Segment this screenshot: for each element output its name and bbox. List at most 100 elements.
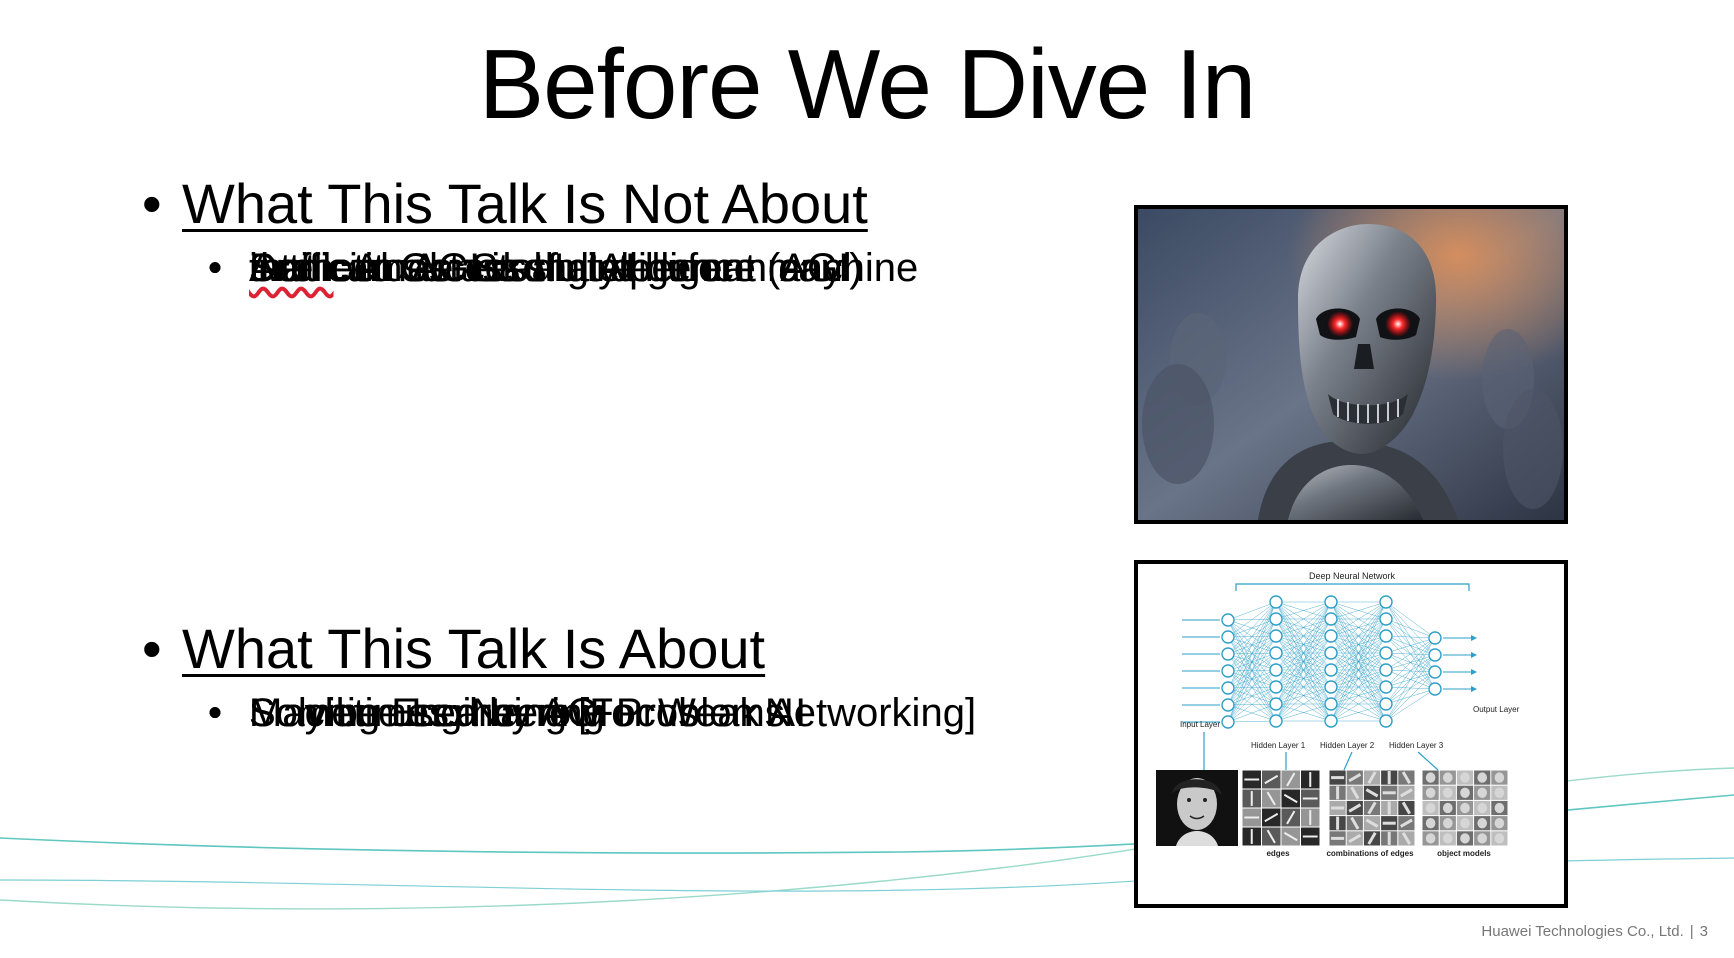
network-node bbox=[1221, 664, 1235, 678]
diagram-title: Deep Neural Network bbox=[1309, 571, 1396, 581]
network-node bbox=[1428, 631, 1442, 645]
network-node bbox=[1269, 595, 1283, 609]
feature-pattern bbox=[1460, 787, 1470, 798]
network-edge bbox=[1385, 637, 1436, 705]
network-node bbox=[1428, 648, 1442, 662]
feature-pattern bbox=[1477, 833, 1488, 844]
hidden-layers-bracket bbox=[1235, 583, 1470, 591]
network-node bbox=[1221, 715, 1235, 729]
network-edge bbox=[1385, 601, 1436, 639]
arrowhead-icon bbox=[1471, 652, 1477, 658]
deep-neural-network-diagram: Deep Neural Network Input Layer Output L… bbox=[1134, 560, 1568, 908]
footer: Huawei Technologies Co., Ltd. | 3 bbox=[1481, 923, 1708, 940]
network-node bbox=[1379, 680, 1393, 694]
feature-pattern bbox=[1460, 772, 1470, 783]
feature-pattern bbox=[1477, 787, 1488, 798]
network-node bbox=[1379, 612, 1393, 626]
network-node bbox=[1269, 629, 1283, 643]
bullet-icon: • bbox=[142, 172, 162, 235]
feature-pattern bbox=[1425, 772, 1436, 783]
network-node bbox=[1379, 714, 1393, 728]
hidden-layer-label: Hidden Layer 2 bbox=[1320, 741, 1375, 750]
network-node bbox=[1269, 663, 1283, 677]
network-node bbox=[1269, 646, 1283, 660]
page-number: 3 bbox=[1699, 923, 1708, 940]
face-thumbnail bbox=[1156, 770, 1238, 846]
network-edge bbox=[1385, 635, 1436, 639]
robot-skull-illustration bbox=[1138, 209, 1564, 520]
feature-pattern bbox=[1460, 818, 1470, 829]
feature-pattern bbox=[1425, 818, 1436, 829]
feature-pattern bbox=[1442, 818, 1453, 829]
feature-pattern bbox=[1425, 802, 1436, 814]
network-node bbox=[1269, 697, 1283, 711]
network-node bbox=[1221, 698, 1235, 712]
network-node bbox=[1269, 612, 1283, 626]
slide-title: Before We Dive In bbox=[478, 29, 1256, 139]
network-node bbox=[1324, 629, 1338, 643]
network-node bbox=[1379, 663, 1393, 677]
network-node bbox=[1269, 714, 1283, 728]
feature-pattern bbox=[1442, 787, 1453, 798]
feature-pattern bbox=[1494, 802, 1505, 814]
feature-pattern bbox=[1442, 833, 1453, 844]
network-node bbox=[1379, 595, 1393, 609]
arrowhead-icon bbox=[1471, 635, 1477, 641]
network-node bbox=[1324, 663, 1338, 677]
network-node bbox=[1379, 646, 1393, 660]
bullet-icon: • bbox=[208, 246, 223, 290]
input-layer-label: Input Layer bbox=[1180, 720, 1220, 729]
hidden-layer-label: Hidden Layer 3 bbox=[1389, 741, 1444, 750]
network-nodes bbox=[1221, 595, 1442, 729]
network-node bbox=[1269, 680, 1283, 694]
network-node bbox=[1324, 697, 1338, 711]
feature-label: object models bbox=[1437, 849, 1491, 858]
arrowhead-icon bbox=[1471, 686, 1477, 692]
feature-pattern bbox=[1425, 787, 1436, 798]
network-node bbox=[1221, 681, 1235, 695]
feature-pattern bbox=[1460, 802, 1470, 814]
footer-separator: | bbox=[1689, 923, 1694, 940]
network-node bbox=[1324, 680, 1338, 694]
feature-grid bbox=[1422, 770, 1508, 846]
feature-pattern bbox=[1494, 772, 1505, 783]
feature-grid bbox=[1242, 770, 1320, 846]
network-edge bbox=[1227, 720, 1277, 723]
network-node bbox=[1221, 630, 1235, 644]
bullet-icon: • bbox=[208, 691, 223, 735]
list-item-text: Sometimes: Strong AI bbox=[249, 246, 636, 290]
network-edge bbox=[1385, 618, 1436, 639]
feature-pattern bbox=[1494, 787, 1505, 798]
network-node bbox=[1324, 612, 1338, 626]
list-item-text: Sometimes: Narrow or Weak AI bbox=[249, 691, 807, 735]
feature-pattern bbox=[1442, 772, 1453, 783]
feature-pattern bbox=[1477, 772, 1488, 783]
feature-pattern bbox=[1425, 833, 1436, 844]
feature-pattern bbox=[1494, 833, 1505, 844]
feature-pattern bbox=[1460, 833, 1470, 844]
network-node bbox=[1221, 647, 1235, 661]
network-node bbox=[1379, 629, 1393, 643]
network-diagram-svg: Deep Neural Network Input Layer Output L… bbox=[1156, 571, 1520, 858]
network-node bbox=[1324, 646, 1338, 660]
arrowhead-icon bbox=[1471, 669, 1477, 675]
feature-pattern bbox=[1477, 818, 1488, 829]
feature-label: combinations of edges bbox=[1326, 849, 1414, 858]
terminator-robot-photo bbox=[1134, 205, 1568, 524]
network-node bbox=[1428, 682, 1442, 696]
network-node bbox=[1324, 714, 1338, 728]
feature-pattern bbox=[1442, 802, 1453, 814]
feature-label: edges bbox=[1266, 849, 1290, 858]
hidden-layer-label: Hidden Layer 1 bbox=[1251, 741, 1306, 750]
bullet-icon: • bbox=[142, 617, 162, 680]
network-node bbox=[1428, 665, 1442, 679]
output-layer-label: Output Layer bbox=[1473, 705, 1520, 714]
company-name: Huawei Technologies Co., Ltd. bbox=[1481, 923, 1684, 940]
network-node bbox=[1221, 613, 1235, 627]
feature-pattern bbox=[1477, 802, 1488, 814]
section-heading-text: What This Talk Is Not About bbox=[182, 172, 868, 235]
label-connectors bbox=[1203, 732, 1439, 771]
section-heading-text: What This Talk Is About bbox=[182, 617, 766, 680]
network-node bbox=[1324, 595, 1338, 609]
feature-grid bbox=[1329, 770, 1415, 846]
